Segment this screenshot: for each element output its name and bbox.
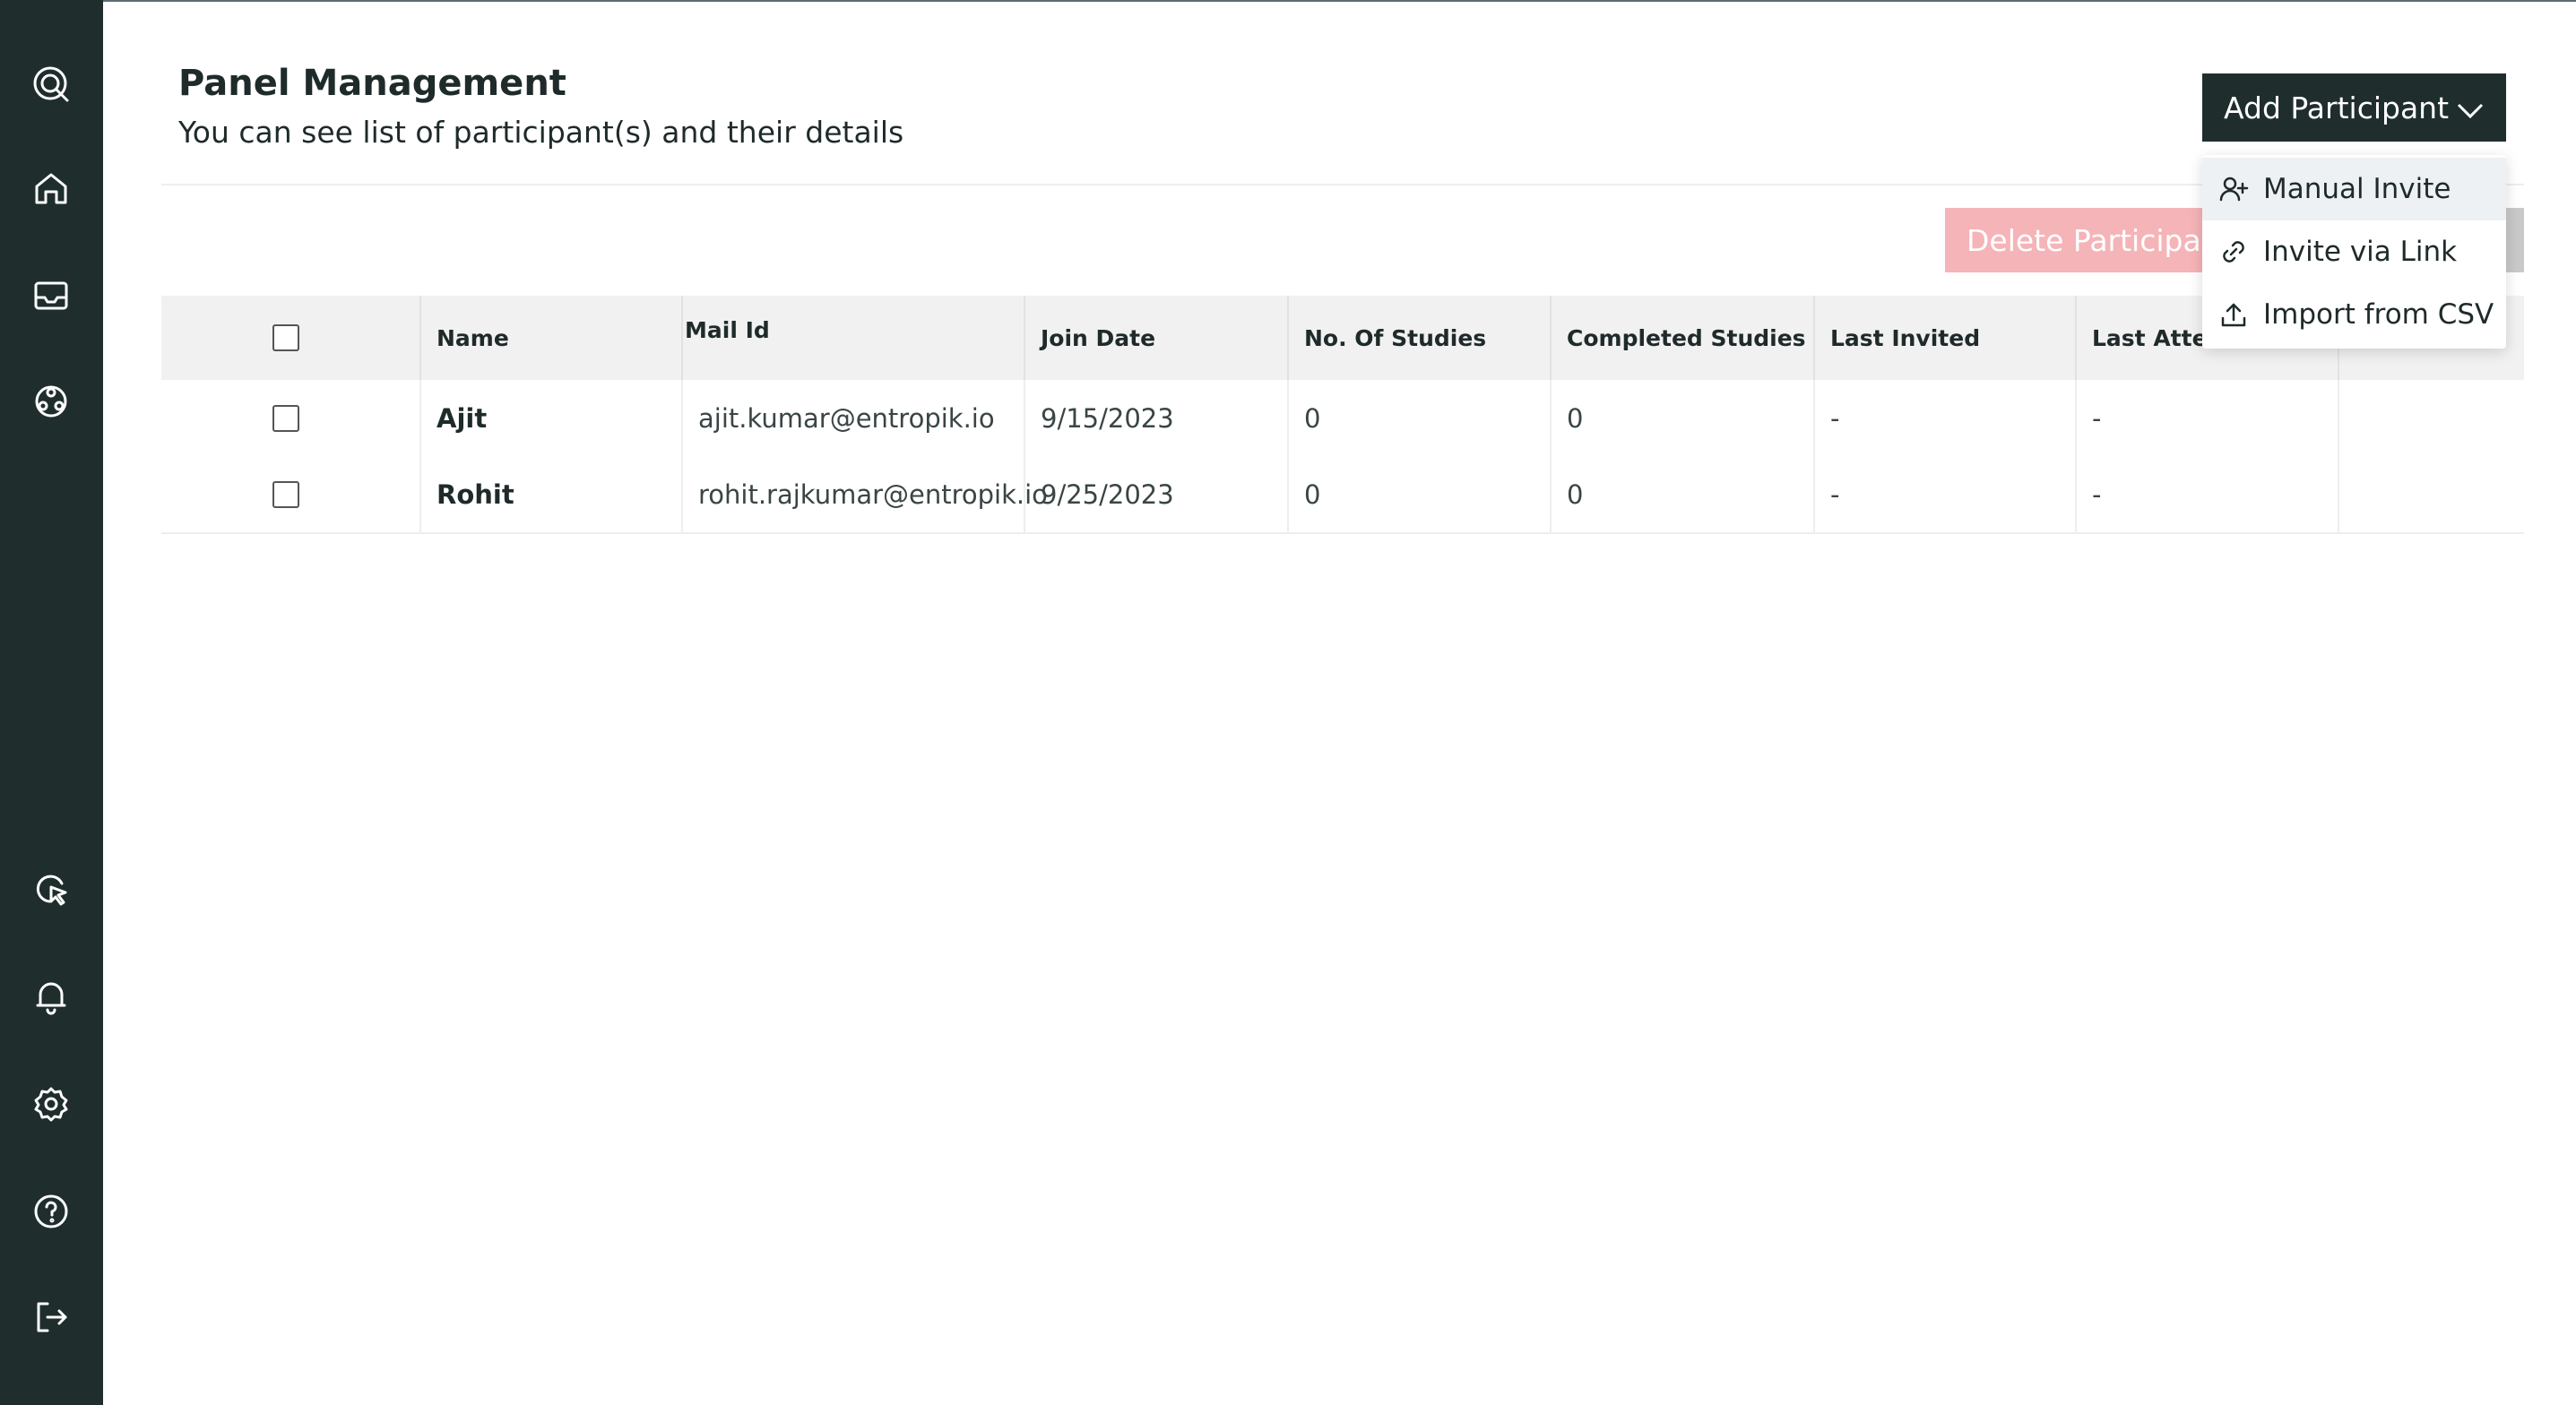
participant-studies: 0	[1289, 456, 1552, 532]
link-icon	[2218, 237, 2249, 267]
row-select-cell	[161, 456, 421, 532]
participant-studies: 0	[1289, 380, 1552, 456]
column-header-studies[interactable]: No. Of Studies	[1289, 296, 1552, 380]
participant-join-date: 9/15/2023	[1025, 380, 1289, 456]
column-header-name[interactable]: Name	[421, 296, 683, 380]
column-header-last-invited[interactable]: Last Invited	[1815, 296, 2077, 380]
table-header: Name Mail Id Join Date No. Of Studies Co…	[161, 296, 2524, 380]
participant-mail: rohit.rajkumar@entropik.io	[683, 456, 1048, 532]
column-header-join-date[interactable]: Join Date	[1025, 296, 1289, 380]
participant-completed: 0	[1552, 380, 1815, 456]
panel-icon[interactable]	[24, 375, 78, 428]
participant-name: Ajit	[421, 380, 683, 456]
logout-icon[interactable]	[24, 1290, 78, 1344]
column-header-completed[interactable]: Completed Studies	[1552, 296, 1815, 380]
row-checkbox[interactable]	[272, 480, 299, 508]
menu-item-label: Manual Invite	[2263, 173, 2451, 205]
participant-last-attended: -	[2077, 456, 2339, 532]
menu-item-manual-invite[interactable]: Manual Invite	[2202, 158, 2506, 220]
delete-participant-label: Delete Participant	[1967, 222, 2232, 258]
participant-last-invited: -	[1815, 456, 2077, 532]
select-all-cell	[161, 296, 421, 380]
sidebar	[0, 0, 103, 1405]
menu-item-label: Import from CSV	[2263, 298, 2494, 331]
row-extra-cell	[2339, 456, 2524, 532]
participant-completed: 0	[1552, 456, 1815, 532]
logo-icon[interactable]	[24, 57, 78, 111]
menu-item-import-csv[interactable]: Import from CSV	[2202, 283, 2506, 346]
click-icon[interactable]	[24, 862, 78, 916]
user-plus-icon	[2218, 174, 2249, 204]
select-all-checkbox[interactable]	[272, 324, 299, 351]
participant-join-date: 9/25/2023	[1025, 456, 1289, 532]
page-title: Panel Management	[178, 63, 566, 104]
participant-name: Rohit	[421, 456, 683, 532]
header-divider	[161, 184, 2524, 185]
table-row[interactable]: Rohit rohit.rajkumar@entropik.io 9/25/20…	[161, 456, 2524, 534]
top-border	[0, 0, 2576, 2]
settings-icon[interactable]	[24, 1077, 78, 1131]
row-select-cell	[161, 380, 421, 456]
column-header-mail[interactable]: Mail Id	[683, 296, 1025, 380]
menu-item-label: Invite via Link	[2263, 236, 2458, 268]
row-checkbox[interactable]	[272, 404, 299, 432]
table-row[interactable]: Ajit ajit.kumar@entropik.io 9/15/2023 0 …	[161, 380, 2524, 458]
row-extra-cell	[2339, 380, 2524, 456]
add-participant-button[interactable]: Add Participant	[2202, 73, 2506, 142]
home-icon[interactable]	[24, 161, 78, 215]
notification-icon[interactable]	[24, 970, 78, 1023]
add-participant-label: Add Participant	[2224, 90, 2450, 125]
add-participant-dropdown: Manual Invite Invite via Link Import fro…	[2202, 155, 2506, 349]
inbox-icon[interactable]	[24, 269, 78, 323]
help-icon[interactable]	[24, 1185, 78, 1238]
chevron-down-icon	[2456, 95, 2485, 120]
participant-mail: ajit.kumar@entropik.io	[683, 380, 1025, 456]
participant-last-attended: -	[2077, 380, 2339, 456]
participant-last-invited: -	[1815, 380, 2077, 456]
upload-icon	[2218, 299, 2249, 330]
menu-item-invite-via-link[interactable]: Invite via Link	[2202, 220, 2506, 283]
page-subtitle: You can see list of participant(s) and t…	[178, 115, 904, 150]
